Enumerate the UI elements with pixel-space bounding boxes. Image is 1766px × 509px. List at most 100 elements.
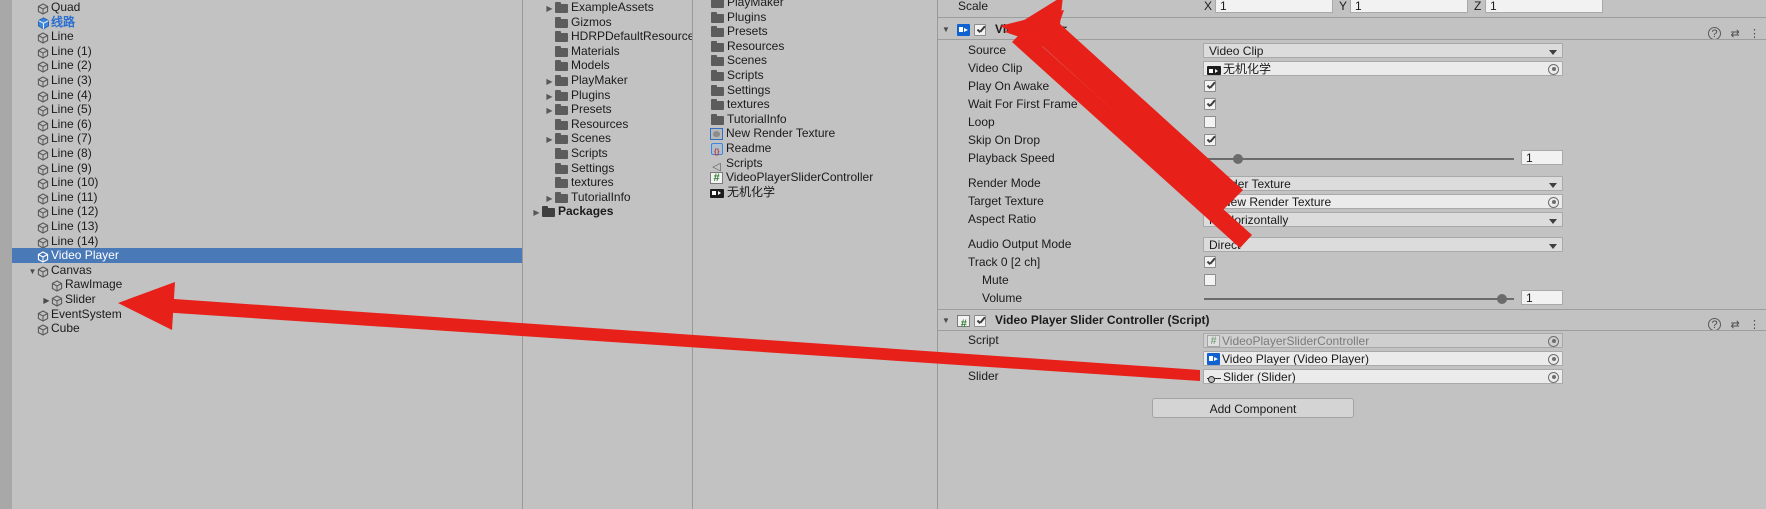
playback-speed-slider-handle[interactable]	[1233, 154, 1244, 164]
volume-slider-handle[interactable]	[1496, 294, 1507, 304]
project-tree-item-resources[interactable]: Resources	[523, 117, 692, 132]
project-asset-item-playmaker[interactable]: PlayMaker	[693, 0, 937, 10]
hierarchy-item-line-14[interactable]: Line (14)	[12, 234, 522, 249]
target-texture-object-field[interactable]: New Render Texture	[1203, 194, 1563, 209]
preset-icon[interactable]: ⇄	[1730, 24, 1739, 44]
playback-speed-slider-track[interactable]	[1204, 158, 1514, 160]
hierarchy-item-canvas[interactable]: ▼ Canvas	[12, 263, 522, 278]
volume-slider-track[interactable]	[1204, 298, 1514, 300]
project-tree-item-exampleassets[interactable]: ▶ ExampleAssets	[523, 0, 692, 15]
project-asset-item-scripts[interactable]: ◁ Scripts	[693, 156, 937, 173]
project-asset-item--[interactable]: 无机化学	[693, 185, 937, 200]
object-field-value: 无机化学	[1223, 62, 1272, 76]
hierarchy-item-quad[interactable]: Quad	[12, 0, 522, 15]
slider-controller-enabled-checkbox[interactable]	[973, 315, 986, 327]
property-row-loop: Loop	[938, 114, 1766, 131]
hierarchy-item-slider[interactable]: ▶ Slider	[12, 292, 522, 307]
object-picker-icon[interactable]	[1548, 63, 1559, 75]
hierarchy-item-label: 线路	[51, 14, 76, 29]
video-player-enabled-checkbox[interactable]	[973, 24, 986, 36]
hierarchy-item-line-1[interactable]: Line (1)	[12, 44, 522, 59]
track-0-2-ch-checkbox[interactable]	[1204, 256, 1216, 268]
source-dropdown[interactable]: Video Clip	[1203, 43, 1563, 58]
project-asset-item-settings[interactable]: Settings	[693, 83, 937, 98]
hierarchy-item-line-3[interactable]: Line (3)	[12, 73, 522, 88]
project-asset-item-scripts[interactable]: Scripts	[693, 68, 937, 83]
project-asset-item-textures[interactable]: textures	[693, 97, 937, 112]
project-asset-item-resources[interactable]: Resources	[693, 39, 937, 54]
object-field-value: VideoPlayerSliderController	[1222, 334, 1370, 348]
hierarchy-item-line[interactable]: Line	[12, 29, 522, 44]
slider-object-field[interactable]: Slider (Slider)	[1203, 369, 1563, 384]
project-asset-item-tutorialinfo[interactable]: TutorialInfo	[693, 112, 937, 127]
project-asset-item-scenes[interactable]: Scenes	[693, 53, 937, 68]
object-picker-icon[interactable]	[1548, 371, 1559, 383]
kebab-menu-icon[interactable]: ⋮	[1749, 24, 1760, 44]
project-asset-item-presets[interactable]: Presets	[693, 24, 937, 39]
hierarchy-item-line-7[interactable]: Line (7)	[12, 131, 522, 147]
mute-checkbox[interactable]	[1204, 274, 1216, 286]
project-tree-item-scripts[interactable]: Scripts	[523, 146, 692, 161]
object-field-value: New Render Texture	[1222, 195, 1332, 209]
video-player-component-header[interactable]: ▼ Video Player ? ⇄ ⋮	[938, 19, 1766, 40]
hierarchy-item-video-player[interactable]: Video Player	[12, 248, 522, 263]
project-tree-item-plugins[interactable]: ▶ Plugins	[523, 88, 692, 103]
play-on-awake-checkbox[interactable]	[1204, 80, 1216, 92]
hierarchy-item-line-2[interactable]: Line (2)	[12, 58, 522, 74]
project-asset-item-plugins[interactable]: Plugins	[693, 10, 937, 25]
script-object-field[interactable]: VideoPlayerSliderController	[1203, 333, 1563, 348]
aspect-ratio-dropdown[interactable]: Fit Horizontally	[1203, 212, 1563, 227]
project-asset-item-new-render-texture[interactable]: New Render Texture	[693, 126, 937, 141]
project-tree-item-hdrpdefaultresources[interactable]: HDRPDefaultResources	[523, 29, 692, 44]
project-asset-item-videoplayerslidercontroller[interactable]: VideoPlayerSliderController	[693, 170, 937, 186]
hierarchy-item-eventsystem[interactable]: EventSystem	[12, 307, 522, 322]
project-tree-item-models[interactable]: Models	[523, 58, 692, 73]
object-picker-icon[interactable]	[1548, 335, 1559, 347]
hierarchy-item-line-13[interactable]: Line (13)	[12, 219, 522, 234]
chevron-right-icon[interactable]: ▶	[531, 206, 542, 221]
video-clip-icon	[1207, 66, 1221, 75]
video-player-video-player-object-field[interactable]: Video Player (Video Player)	[1203, 351, 1563, 366]
playback-speed-value-field[interactable]: 1	[1521, 150, 1563, 165]
hierarchy-item-line-4[interactable]: Line (4)	[12, 88, 522, 103]
hierarchy-item-line-10[interactable]: Line (10)	[12, 175, 522, 190]
folder-icon	[711, 26, 724, 38]
hierarchy-item-[interactable]: 线路	[12, 15, 522, 30]
project-tree-item-gizmos[interactable]: Gizmos	[523, 15, 692, 30]
scale-y-field[interactable]: 1	[1350, 0, 1468, 13]
scale-x-field[interactable]: 1	[1215, 0, 1333, 13]
project-tree-item-presets[interactable]: ▶ Presets	[523, 102, 692, 117]
object-picker-icon[interactable]	[1548, 196, 1559, 208]
hierarchy-item-line-11[interactable]: Line (11)	[12, 190, 522, 205]
video-clip-object-field[interactable]: 无机化学	[1203, 61, 1563, 76]
project-asset-item-readme[interactable]: Readme	[693, 141, 937, 161]
project-tree-item-settings[interactable]: Settings	[523, 161, 692, 176]
object-picker-icon[interactable]	[1548, 353, 1559, 365]
dropdown-value: Video Clip	[1209, 44, 1264, 58]
audio-output-mode-dropdown[interactable]: Direct	[1203, 237, 1563, 252]
hierarchy-item-cube[interactable]: Cube	[12, 321, 522, 336]
hierarchy-item-line-5[interactable]: Line (5)	[12, 102, 522, 117]
inspector-divider-4	[938, 330, 1766, 331]
hierarchy-item-line-8[interactable]: Line (8)	[12, 146, 522, 161]
chevron-down-icon[interactable]: ▼	[938, 311, 954, 331]
hierarchy-item-line-12[interactable]: Line (12)	[12, 204, 522, 220]
volume-value-field[interactable]: 1	[1521, 290, 1563, 305]
hierarchy-item-line-6[interactable]: Line (6)	[12, 117, 522, 132]
project-tree-item-tutorialinfo[interactable]: ▶ TutorialInfo	[523, 190, 692, 205]
skip-on-drop-checkbox[interactable]	[1204, 134, 1216, 146]
add-component-button[interactable]: Add Component	[1152, 398, 1354, 418]
project-tree-item-playmaker[interactable]: ▶ PlayMaker	[523, 73, 692, 88]
project-tree-item-textures[interactable]: textures	[523, 175, 692, 190]
wait-for-first-frame-checkbox[interactable]	[1204, 98, 1216, 110]
chevron-down-icon[interactable]: ▼	[938, 20, 954, 40]
project-tree-item-scenes[interactable]: ▶ Scenes	[523, 131, 692, 146]
hierarchy-item-line-9[interactable]: Line (9)	[12, 161, 522, 176]
loop-checkbox[interactable]	[1204, 116, 1216, 128]
project-tree-item-packages[interactable]: ▶ Packages	[523, 204, 692, 219]
render-mode-dropdown[interactable]: Render Texture	[1203, 176, 1563, 191]
scale-z-field[interactable]: 1	[1485, 0, 1603, 13]
hierarchy-item-rawimage[interactable]: RawImage	[12, 277, 522, 293]
project-tree-item-materials[interactable]: Materials	[523, 44, 692, 59]
slider-controller-component-header[interactable]: ▼ Video Player Slider Controller (Script…	[938, 310, 1766, 334]
